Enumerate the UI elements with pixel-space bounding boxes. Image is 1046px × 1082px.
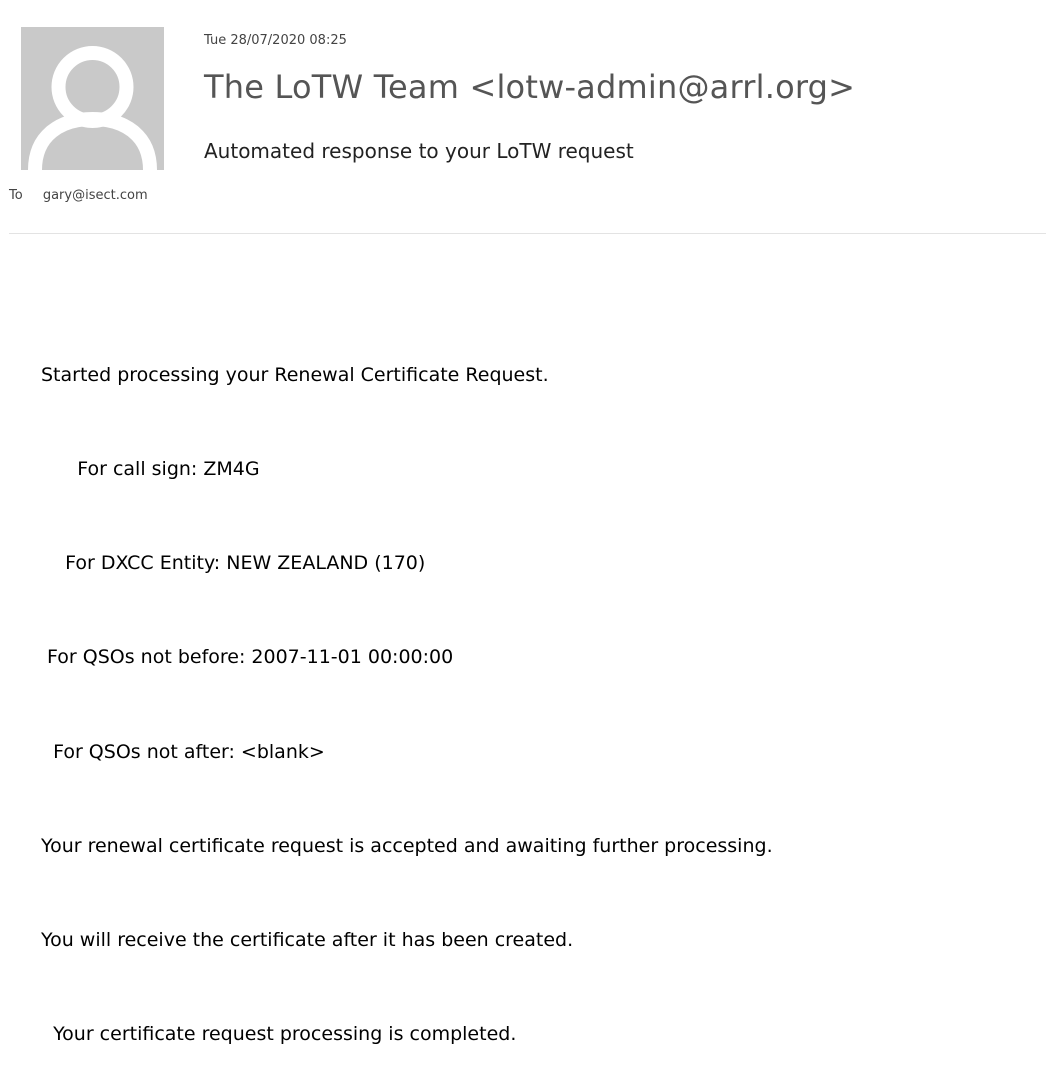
- email-date: Tue 28/07/2020 08:25: [204, 33, 347, 48]
- email-body: Started processing your Renewal Certific…: [41, 297, 773, 1082]
- person-silhouette-icon: [21, 27, 164, 170]
- body-line: For call sign: ZM4G: [41, 458, 260, 481]
- body-line: For DXCC Entity: NEW ZEALAND (170): [41, 552, 426, 575]
- body-line: For QSOs not after: <blank>: [41, 740, 325, 763]
- recipient-row: To gary@isect.com: [9, 188, 148, 203]
- body-line: Your certificate request processing is c…: [41, 1023, 517, 1046]
- sender-avatar: [21, 27, 164, 170]
- header-divider: [9, 233, 1046, 234]
- email-subject: Automated response to your LoTW request: [204, 139, 634, 163]
- body-line: You will receive the certificate after i…: [41, 929, 574, 952]
- body-line: Your renewal certificate request is acce…: [41, 834, 773, 857]
- recipient-address[interactable]: gary@isect.com: [43, 188, 148, 203]
- to-label: To: [9, 188, 23, 203]
- body-line: Started processing your Renewal Certific…: [41, 363, 549, 386]
- sender-name[interactable]: The LoTW Team <lotw-admin@arrl.org>: [204, 68, 855, 106]
- body-line: For QSOs not before: 2007-11-01 00:00:00: [41, 646, 454, 669]
